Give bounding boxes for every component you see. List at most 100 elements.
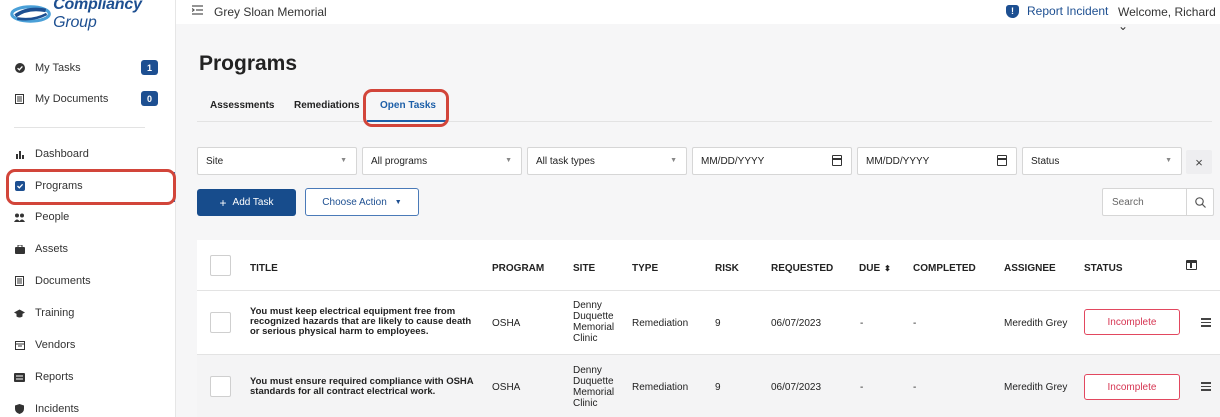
sidebar-item-people[interactable]: People	[14, 208, 162, 226]
caret-down-icon: ▼	[1165, 157, 1172, 164]
task-title[interactable]: You must keep electrical equipment free …	[250, 307, 475, 337]
choose-action-label: Choose Action	[322, 196, 387, 208]
tab-assessments[interactable]: Assessments	[210, 100, 274, 111]
sidebar-item-label: Dashboard	[35, 148, 89, 160]
due-label: DUE	[859, 263, 881, 274]
column-header-completed[interactable]: COMPLETED	[913, 263, 976, 274]
date-from-input[interactable]: MM/DD/YYYY	[692, 147, 852, 175]
search-icon[interactable]	[1186, 189, 1214, 215]
status-badge[interactable]: Incomplete	[1084, 374, 1180, 400]
sidebar-item-training[interactable]: Training	[14, 304, 162, 322]
document-icon	[14, 94, 25, 105]
plus-icon: +	[219, 195, 227, 210]
row-menu-icon[interactable]	[1201, 318, 1211, 327]
menu-toggle-icon[interactable]	[191, 4, 203, 18]
column-header-due[interactable]: DUE ⬍	[859, 263, 891, 274]
clear-filters-button[interactable]: ×	[1186, 150, 1212, 174]
column-header-risk[interactable]: RISK	[715, 263, 739, 274]
sidebar-item-documents[interactable]: Documents	[14, 272, 162, 290]
count-badge: 1	[141, 60, 158, 75]
row-menu-icon[interactable]	[1201, 382, 1211, 391]
choose-action-dropdown[interactable]: Choose Action ▼	[305, 188, 419, 216]
caret-down-icon: ▼	[340, 157, 347, 164]
column-settings-icon[interactable]	[1186, 260, 1197, 270]
logo-text: Compliancy Group	[53, 0, 142, 31]
task-due: -	[860, 318, 864, 329]
status-select-value: Status	[1031, 155, 1060, 167]
page-title: Programs	[199, 52, 298, 75]
sort-icon[interactable]: ⬍	[884, 264, 891, 273]
task-risk: 9	[715, 382, 721, 393]
column-header-type[interactable]: TYPE	[632, 263, 658, 274]
status-badge[interactable]: Incomplete	[1084, 309, 1180, 335]
sidebar-item-label: My Tasks	[35, 62, 81, 74]
column-header-site[interactable]: SITE	[573, 263, 595, 274]
search-input[interactable]	[1103, 189, 1186, 215]
task-site: Denny Duquette Memorial Clinic	[573, 300, 615, 344]
sidebar-item-dashboard[interactable]: Dashboard	[14, 145, 162, 163]
task-site: Denny Duquette Memorial Clinic	[573, 365, 615, 409]
vendor-icon	[14, 340, 25, 351]
tab-bar: Assessments Remediations Open Tasks	[197, 98, 1212, 122]
people-icon	[14, 212, 25, 223]
sidebar-item-label: Reports	[35, 371, 74, 383]
sidebar-item-my-tasks[interactable]: My Tasks 1	[14, 59, 162, 77]
program-select-value: All programs	[371, 155, 428, 167]
search-box	[1102, 188, 1214, 216]
task-type-select[interactable]: All task types ▼	[527, 147, 687, 175]
bar-chart-icon	[14, 149, 25, 160]
sidebar-item-assets[interactable]: Assets	[14, 240, 162, 258]
date-to-input[interactable]: MM/DD/YYYY	[857, 147, 1017, 175]
logo[interactable]: Compliancy Group	[10, 0, 175, 31]
sidebar-item-label: Vendors	[35, 339, 76, 351]
column-header-title[interactable]: TITLE	[250, 263, 278, 274]
task-type: Remediation	[632, 382, 689, 393]
report-incident-link[interactable]: ! Report Incident	[1006, 4, 1108, 18]
sidebar-item-my-documents[interactable]: My Documents 0	[14, 90, 162, 108]
sidebar-item-label: Incidents	[35, 403, 80, 415]
column-header-program[interactable]: PROGRAM	[492, 263, 544, 274]
task-title[interactable]: You must ensure required compliance with…	[250, 377, 475, 397]
select-all-checkbox[interactable]	[210, 255, 231, 276]
row-divider	[197, 354, 1220, 355]
task-program: OSHA	[492, 318, 521, 329]
site-select[interactable]: Site ▼	[197, 147, 357, 175]
graduation-cap-icon	[14, 308, 25, 319]
organization-name[interactable]: Grey Sloan Memorial	[214, 5, 327, 19]
status-select[interactable]: Status ▼	[1022, 147, 1182, 175]
column-header-status[interactable]: STATUS	[1084, 263, 1123, 274]
sidebar-item-incidents[interactable]: Incidents	[14, 400, 162, 417]
column-header-assignee[interactable]: ASSIGNEE	[1004, 263, 1056, 274]
task-completed: -	[913, 382, 917, 393]
sidebar-item-vendors[interactable]: Vendors	[14, 336, 162, 354]
sidebar: Compliancy Group My Tasks 1 My Documents…	[0, 0, 176, 417]
shield-alert-icon: !	[1006, 4, 1019, 18]
user-menu[interactable]: Welcome, Richard ⌄	[1118, 5, 1220, 33]
caret-down-icon: ▼	[505, 157, 512, 164]
topbar: Grey Sloan Memorial ! Report Incident We…	[176, 0, 1220, 33]
date-from-value: MM/DD/YYYY	[701, 155, 765, 167]
calendar-icon[interactable]	[997, 155, 1007, 166]
tab-remediations[interactable]: Remediations	[294, 100, 360, 111]
column-header-requested[interactable]: REQUESTED	[771, 263, 833, 274]
sidebar-item-label: My Documents	[35, 93, 109, 105]
task-type: Remediation	[632, 318, 689, 329]
calendar-icon[interactable]	[832, 155, 842, 166]
report-incident-label: Report Incident	[1027, 4, 1109, 18]
task-requested: 06/07/2023	[771, 382, 822, 393]
open-tasks-highlight	[363, 89, 449, 127]
task-due: -	[860, 382, 864, 393]
row-divider	[197, 290, 1220, 291]
row-checkbox[interactable]	[210, 376, 231, 397]
program-select[interactable]: All programs ▼	[362, 147, 522, 175]
site-select-value: Site	[206, 155, 224, 167]
caret-down-icon: ▼	[394, 198, 402, 206]
sidebar-item-reports[interactable]: Reports	[14, 368, 162, 386]
programs-highlight	[6, 169, 176, 205]
task-risk: 9	[715, 318, 721, 329]
caret-down-icon: ▼	[670, 157, 677, 164]
add-task-button[interactable]: + Add Task	[197, 189, 296, 216]
row-checkbox[interactable]	[210, 312, 231, 333]
sidebar-divider	[14, 127, 145, 128]
logo-icon	[10, 5, 51, 23]
